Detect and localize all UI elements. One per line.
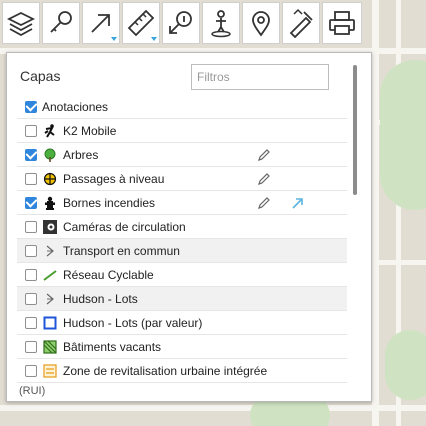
hydrant-icon xyxy=(43,196,57,210)
location-button[interactable] xyxy=(242,2,280,44)
print-button[interactable] xyxy=(322,2,362,44)
green-hatch-icon xyxy=(43,339,57,354)
runner-icon xyxy=(43,123,57,138)
layer-list: Anotaciones K2 Mobile Arbres Passages à … xyxy=(17,95,347,383)
layer-label: K2 Mobile xyxy=(63,123,117,138)
tree-icon xyxy=(43,148,57,162)
edit-tool-icon xyxy=(289,8,313,38)
layer-checkbox[interactable] xyxy=(25,148,37,161)
filter-input[interactable] xyxy=(191,64,329,90)
layer-label: Arbres xyxy=(63,147,99,162)
layer-label: Caméras de circulation xyxy=(63,219,186,234)
layer-row-hudson-lots[interactable]: Hudson - Lots xyxy=(17,287,347,311)
orange-hatch-icon xyxy=(43,363,57,378)
layer-row-hudson-lots-valeur[interactable]: Hudson - Lots (par valeur) xyxy=(17,311,347,335)
layers-panel: Capas Anotaciones K2 Mobile xyxy=(6,52,372,402)
layer-checkbox[interactable] xyxy=(25,340,37,353)
layer-label-overflow: (RUI) xyxy=(19,385,46,397)
pencil-icon[interactable] xyxy=(257,172,271,186)
zoom-to-layer-icon[interactable] xyxy=(291,196,305,210)
layer-row-batiments-vacants[interactable]: Bâtiments vacants xyxy=(17,335,347,359)
layer-actions xyxy=(257,172,291,186)
layer-row-passages[interactable]: Passages à niveau xyxy=(17,167,347,191)
layer-row-arbres[interactable]: Arbres xyxy=(17,143,347,167)
layer-checkbox[interactable] xyxy=(25,196,37,209)
layer-checkbox[interactable] xyxy=(25,364,37,377)
search-tool-button[interactable] xyxy=(42,2,80,44)
map-toolbar xyxy=(2,2,364,44)
layer-label: Bornes incendies xyxy=(63,195,156,210)
layer-checkbox[interactable] xyxy=(25,124,37,137)
arrow-symbol-icon xyxy=(43,244,57,258)
layer-row-bornes[interactable]: Bornes incendies xyxy=(17,191,347,215)
layer-row-transport[interactable]: Transport en commun xyxy=(17,239,347,263)
pencil-icon[interactable] xyxy=(257,148,271,162)
scrollbar[interactable] xyxy=(353,65,357,195)
measure-tool-button[interactable] xyxy=(122,2,160,44)
layer-checkbox[interactable] xyxy=(25,292,37,305)
layer-checkbox[interactable] xyxy=(25,172,37,185)
layer-label: Bâtiments vacants xyxy=(63,339,162,354)
layer-label: Hudson - Lots (par valeur) xyxy=(63,315,203,330)
layer-checkbox[interactable] xyxy=(25,316,37,329)
layer-row-zone-revitalisation[interactable]: Zone de revitalisation urbaine intégrée xyxy=(17,359,347,383)
blue-square-icon xyxy=(43,316,57,330)
layers-icon xyxy=(6,11,36,37)
pedestrian-icon xyxy=(211,10,231,38)
panel-title: Capas xyxy=(20,68,61,84)
route-info-button[interactable] xyxy=(162,2,200,44)
layer-label: Hudson - Lots xyxy=(63,291,138,306)
layer-label: Réseau Cyclable xyxy=(63,267,154,282)
layers-button[interactable] xyxy=(2,2,40,44)
layer-row-cameras[interactable]: Caméras de circulation xyxy=(17,215,347,239)
arrow-symbol-icon xyxy=(43,292,57,306)
camera-icon xyxy=(43,219,57,234)
layer-actions xyxy=(257,196,325,210)
layer-checkbox[interactable] xyxy=(25,100,37,113)
layer-row-k2-mobile[interactable]: K2 Mobile xyxy=(17,119,347,143)
crosshair-icon xyxy=(43,172,57,186)
arrow-up-right-icon xyxy=(91,14,110,33)
print-icon xyxy=(329,11,355,35)
navigate-tool-button[interactable] xyxy=(82,2,120,44)
pedestrian-button[interactable] xyxy=(202,2,240,44)
search-key-icon xyxy=(50,11,72,33)
layer-label: Anotaciones xyxy=(42,99,109,114)
layer-row-reseau-cyclable[interactable]: Réseau Cyclable xyxy=(17,263,347,287)
layer-row-anotaciones[interactable]: Anotaciones xyxy=(17,95,347,119)
layer-checkbox[interactable] xyxy=(25,244,37,257)
ruler-icon xyxy=(127,9,155,37)
chevron-down-icon xyxy=(111,37,117,41)
layer-checkbox[interactable] xyxy=(25,268,37,281)
edit-tool-button[interactable] xyxy=(282,2,320,44)
route-info-icon xyxy=(169,11,192,34)
green-line-icon xyxy=(43,268,57,282)
layer-label: Transport en commun xyxy=(63,243,180,258)
layer-checkbox[interactable] xyxy=(25,220,37,233)
layer-actions xyxy=(257,148,291,162)
chevron-down-icon xyxy=(151,37,157,41)
layer-label: Passages à niveau xyxy=(63,171,165,186)
location-pin-icon xyxy=(252,11,270,37)
layer-label: Zone de revitalisation urbaine intégrée xyxy=(63,363,268,378)
pencil-icon[interactable] xyxy=(257,196,271,210)
